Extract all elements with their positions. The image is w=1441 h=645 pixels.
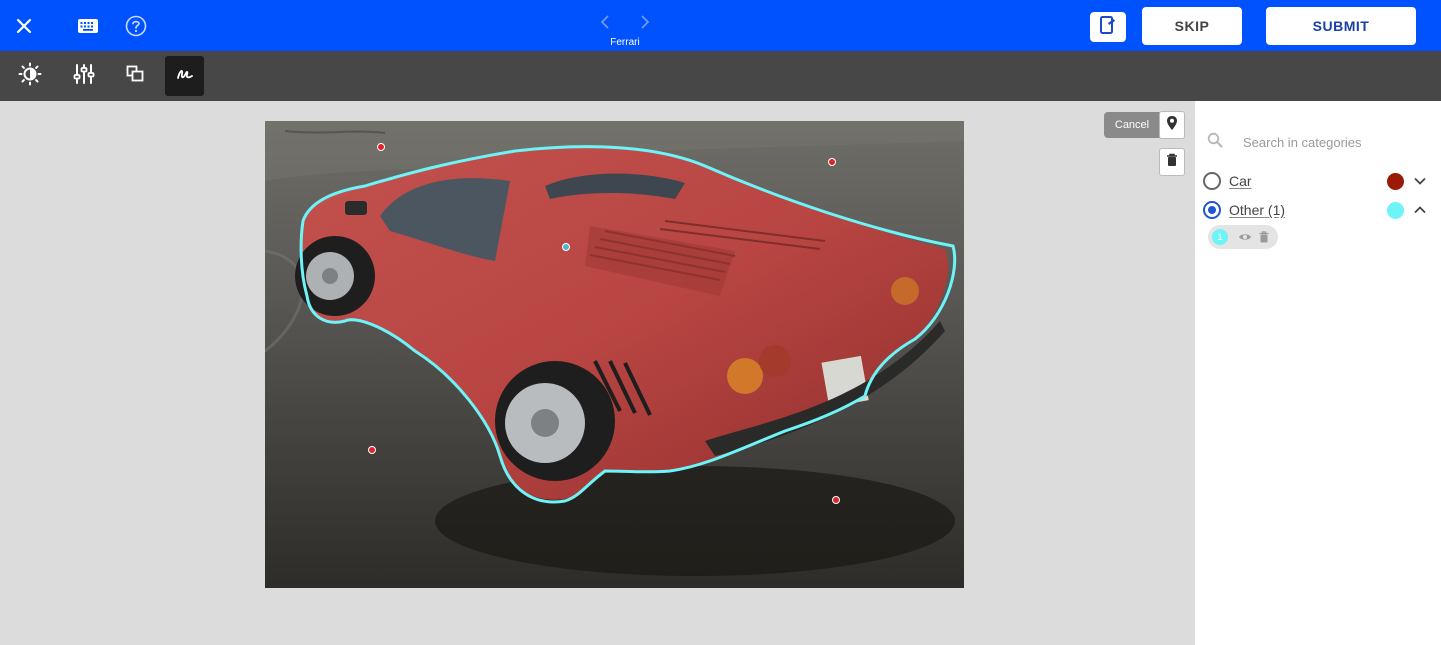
top-bar: Ferrari SKIP SUBMIT	[0, 0, 1441, 51]
instance-chip[interactable]: 1	[1208, 225, 1278, 249]
cancel-button[interactable]: Cancel	[1104, 112, 1160, 138]
help-icon[interactable]	[122, 12, 150, 40]
notes-button[interactable]	[1090, 12, 1126, 42]
skip-button[interactable]: SKIP	[1142, 7, 1242, 45]
category-row-car[interactable]: Car	[1203, 169, 1428, 193]
trash-icon	[1166, 153, 1178, 172]
annotation-canvas[interactable]: Cancel	[0, 101, 1195, 645]
category-row-other[interactable]: Other (1)	[1203, 198, 1428, 222]
layers-icon	[125, 64, 145, 89]
category-label-car: Car	[1229, 173, 1252, 189]
radio-other[interactable]	[1203, 201, 1221, 219]
delete-button[interactable]	[1159, 148, 1185, 176]
chevron-right-icon[interactable]	[636, 12, 654, 32]
instance-number: 1	[1212, 229, 1228, 245]
freehand-draw-icon	[176, 66, 194, 87]
trash-icon[interactable]	[1259, 231, 1269, 243]
submit-button[interactable]: SUBMIT	[1266, 7, 1416, 45]
adjust-sliders-icon	[73, 63, 95, 90]
category-sidebar: Car Other (1) 1	[1195, 101, 1441, 645]
eye-icon[interactable]	[1238, 232, 1252, 242]
location-pin-button[interactable]	[1159, 111, 1185, 139]
keyboard-icon[interactable]	[74, 12, 102, 40]
radio-car[interactable]	[1203, 172, 1221, 190]
category-search[interactable]	[1207, 125, 1432, 159]
chevron-up-icon[interactable]	[1412, 202, 1428, 218]
freehand-draw-tool[interactable]	[165, 56, 204, 96]
tool-bar	[0, 51, 1441, 101]
car-photo[interactable]	[265, 121, 964, 588]
adjust-tool[interactable]	[64, 56, 103, 96]
brightness-icon	[18, 62, 42, 91]
layers-tool[interactable]	[115, 56, 154, 96]
chevron-left-icon[interactable]	[596, 12, 614, 32]
brightness-tool[interactable]	[10, 56, 49, 96]
close-icon[interactable]	[10, 12, 38, 40]
notes-icon	[1099, 15, 1117, 40]
location-pin-icon	[1166, 115, 1178, 136]
search-input[interactable]	[1243, 134, 1432, 150]
image-title: Ferrari	[610, 37, 640, 48]
category-label-other: Other (1)	[1229, 202, 1286, 218]
search-icon	[1207, 132, 1223, 153]
chevron-down-icon[interactable]	[1412, 173, 1428, 189]
color-swatch-other	[1387, 201, 1404, 219]
color-swatch-car	[1387, 172, 1404, 190]
